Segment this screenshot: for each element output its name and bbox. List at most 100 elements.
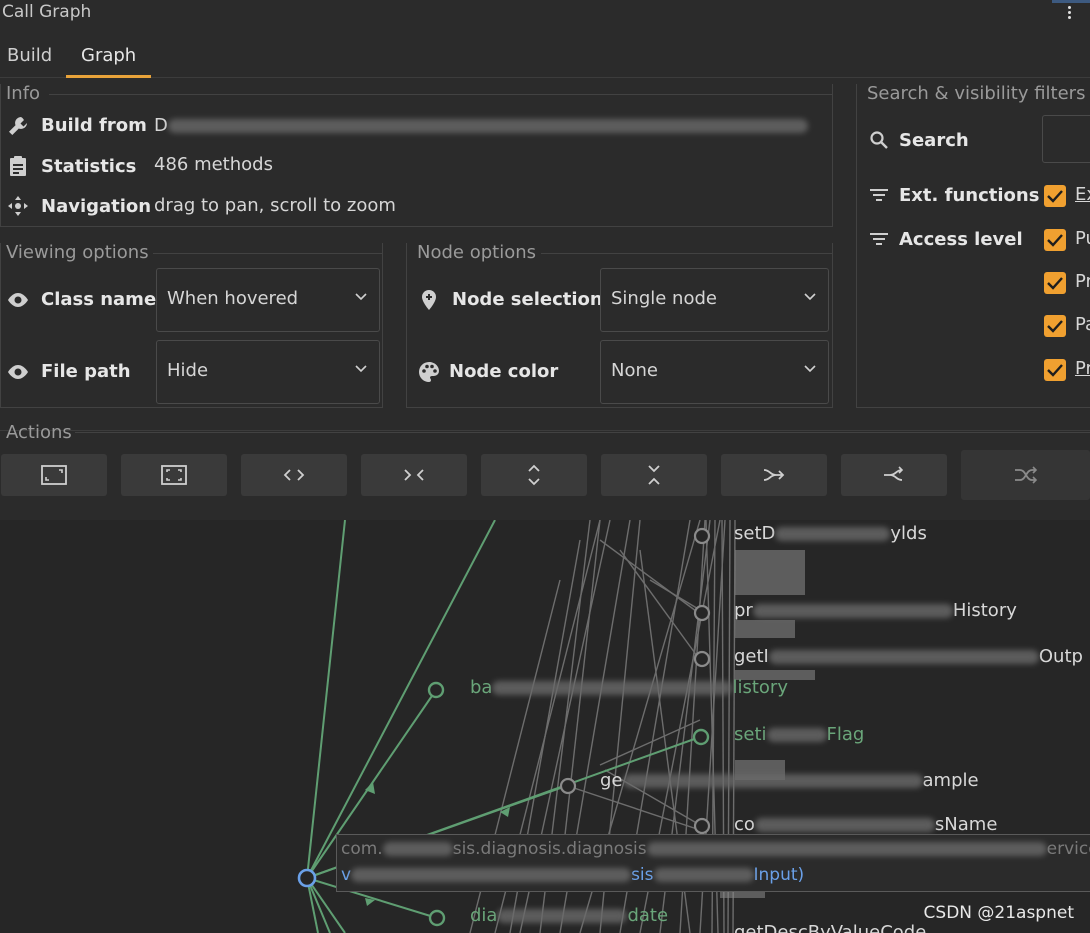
filter-icon [867, 227, 891, 251]
build-from-value: D [154, 115, 808, 136]
search-icon [867, 128, 891, 152]
tooltip-method-signature: v sis Input) [341, 865, 805, 885]
fit-screen-icon [41, 465, 67, 485]
move-icon [6, 194, 30, 218]
protected-checkbox-label: Pr [1075, 271, 1090, 292]
node-selection-label: Node selection [452, 289, 603, 310]
statistics-value: 486 methods [154, 154, 273, 175]
wrench-icon [6, 114, 30, 138]
more-options-icon[interactable] [1066, 4, 1072, 22]
clipboard-icon [6, 154, 30, 178]
search-input[interactable] [1042, 115, 1090, 163]
expand-vertical-icon [528, 464, 540, 486]
graph-node [693, 817, 711, 835]
viewing-options-legend: Viewing options [6, 242, 153, 263]
filters-legend: Search & visibility filters [867, 83, 1090, 104]
ext-functions-label: Ext. functions [899, 185, 1040, 206]
info-group: Info Build from D Statistics 486 methods… [0, 83, 833, 227]
node-options-group: Node options Node selection Single node … [406, 242, 833, 408]
node-color-select[interactable]: None [600, 340, 829, 404]
palette-icon [417, 360, 441, 384]
tooltip-class-path: com.sis.diagnosis.diagnosiservice [341, 839, 1090, 859]
eye-icon [6, 288, 30, 312]
fit-to-screen-button[interactable] [1, 454, 107, 496]
split-icon [884, 466, 904, 481]
selected-node[interactable] [297, 868, 317, 888]
tab-bar: Build Graph [0, 36, 1090, 78]
graph-canvas[interactable]: setD ylds pr History getI Outp ba listory se… [0, 520, 1090, 933]
graph-node [692, 728, 710, 746]
graph-label[interactable]: getI Outp [734, 646, 1083, 667]
access-level-label: Access level [899, 229, 1023, 250]
navigation-value: drag to pan, scroll to zoom [154, 195, 396, 216]
pin-icon [417, 288, 441, 312]
file-path-select[interactable]: Hide [156, 340, 380, 404]
node-selection-select[interactable]: Single node [600, 268, 829, 332]
chevron-down-icon [804, 293, 816, 301]
graph-node [693, 527, 711, 545]
graph-node [693, 604, 711, 622]
graph-label[interactable]: pr History [734, 600, 1017, 621]
top-accent [1052, 0, 1090, 3]
shuffle-icon [1014, 466, 1037, 484]
expand-horizontal-icon [283, 469, 305, 481]
actions-legend: Actions [6, 422, 72, 443]
graph-label[interactable]: setD ylds [734, 523, 927, 544]
graph-node [427, 681, 445, 699]
class-name-select[interactable]: When hovered [156, 268, 380, 332]
merge-icon [763, 469, 785, 481]
expand-horizontal-button[interactable] [241, 454, 347, 496]
expand-vertical-button[interactable] [481, 454, 587, 496]
private-checkbox-label: Pr [1075, 358, 1090, 379]
collapse-horizontal-icon [404, 469, 424, 481]
watermark: CSDN @21aspnet [923, 903, 1074, 923]
graph-label[interactable]: getDescByValueCode [734, 922, 926, 933]
collapse-vertical-button[interactable] [601, 454, 707, 496]
graph-label[interactable]: seti Flag [734, 724, 864, 745]
ext-functions-checkbox[interactable] [1044, 185, 1066, 207]
file-path-select-value: Hide [167, 360, 209, 381]
protected-checkbox[interactable] [1044, 272, 1066, 294]
info-legend: Info [6, 83, 45, 104]
chevron-down-icon [804, 365, 816, 373]
title-bar: Call Graph [0, 0, 1090, 28]
collapse-vertical-icon [648, 465, 660, 485]
chevron-down-icon [355, 365, 367, 373]
eye-icon [6, 360, 30, 384]
node-color-select-value: None [611, 360, 658, 381]
actions-bar: Actions [0, 422, 1090, 512]
package-checkbox[interactable] [1044, 315, 1066, 337]
node-selection-select-value: Single node [611, 288, 717, 309]
split-edges-button[interactable] [841, 454, 947, 496]
collapse-horizontal-button[interactable] [361, 454, 467, 496]
build-from-label: Build from [41, 115, 147, 136]
search-label: Search [899, 130, 969, 151]
navigation-label: Navigation [41, 196, 152, 217]
file-path-label: File path [41, 361, 131, 382]
graph-label[interactable]: ge ample [600, 770, 979, 791]
class-name-select-value: When hovered [167, 288, 299, 309]
viewing-options-group: Viewing options Class name When hovered … [0, 242, 383, 408]
class-name-label: Class name [41, 289, 157, 310]
graph-node [559, 777, 577, 795]
graph-label[interactable]: co sName [734, 814, 997, 835]
node-options-legend: Node options [417, 242, 540, 263]
tab-graph[interactable]: Graph [66, 36, 152, 78]
window-title: Call Graph [2, 2, 92, 22]
filter-icon [867, 183, 891, 207]
merge-edges-button[interactable] [721, 454, 827, 496]
center-view-button[interactable] [121, 454, 227, 496]
ext-functions-checkbox-label: Ex [1075, 184, 1090, 205]
private-checkbox[interactable] [1044, 359, 1066, 381]
tab-build[interactable]: Build [7, 36, 52, 78]
graph-node [428, 909, 446, 927]
graph-label[interactable]: ba listory [470, 677, 788, 698]
graph-node [693, 650, 711, 668]
public-checkbox[interactable] [1044, 229, 1066, 251]
graph-label[interactable]: dia date [470, 905, 668, 926]
node-color-label: Node color [449, 361, 559, 382]
shuffle-layout-button[interactable] [961, 450, 1090, 500]
public-checkbox-label: Pu [1075, 228, 1090, 249]
package-checkbox-label: Pa [1075, 314, 1090, 335]
node-tooltip: com.sis.diagnosis.diagnosiservice vsisIn… [336, 834, 1090, 892]
